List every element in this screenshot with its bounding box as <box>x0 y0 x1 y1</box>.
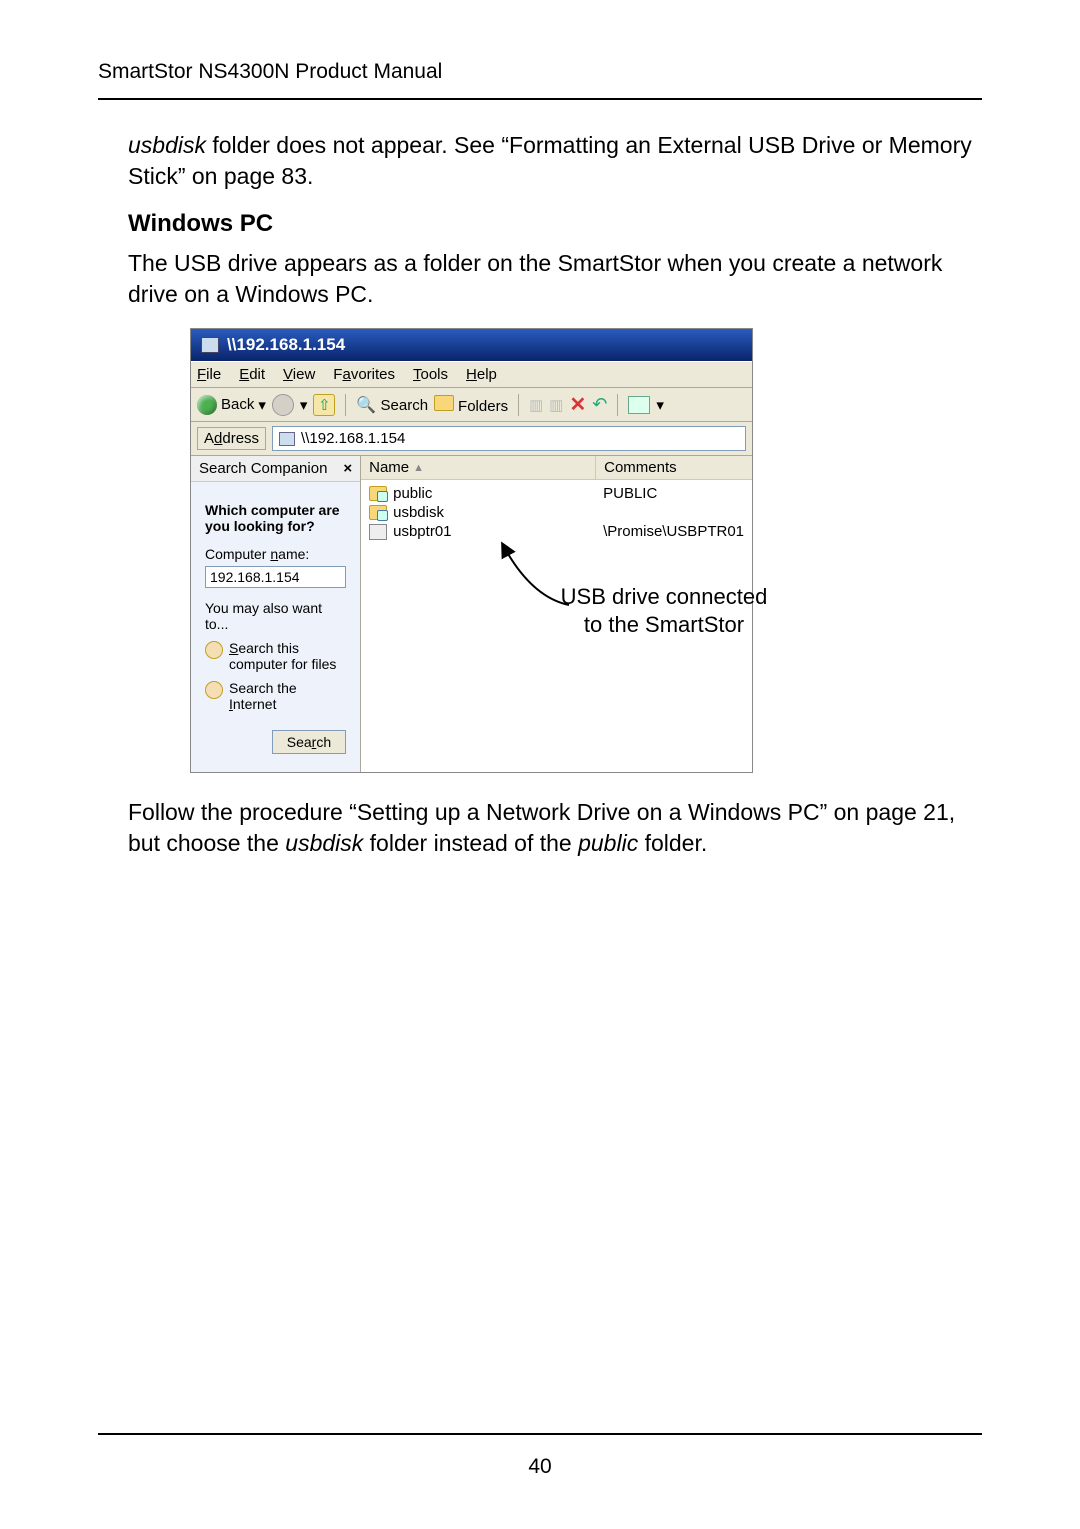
menu-tools[interactable]: Tools <box>413 366 448 383</box>
forward-dropdown-icon[interactable]: ▾ <box>300 396 308 414</box>
menu-favorites[interactable]: Favorites <box>333 366 395 383</box>
callout: USB drive connected to the SmartStor <box>559 583 769 638</box>
menu-edit[interactable]: Edit <box>239 366 265 383</box>
printer-icon <box>369 524 387 540</box>
address-value: \\192.168.1.154 <box>301 430 405 447</box>
search-internet-link[interactable]: Search the Internet <box>205 680 346 712</box>
callout-line2: to the SmartStor <box>559 611 769 639</box>
running-head: SmartStor NS4300N Product Manual <box>98 60 982 84</box>
address-field[interactable]: \\192.168.1.154 <box>272 426 746 451</box>
views-button[interactable] <box>628 396 650 414</box>
search-button-panel[interactable]: Search <box>272 730 346 754</box>
heading-windows-pc: Windows PC <box>128 210 982 238</box>
sort-asc-icon: ▲ <box>413 462 424 474</box>
move-to-icon[interactable]: ▥ <box>529 396 543 414</box>
close-icon[interactable]: × <box>343 460 352 477</box>
paragraph-1-text: folder does not appear. See “Formatting … <box>128 132 972 189</box>
search-companion-title: Search Companion <box>199 460 327 477</box>
search-button[interactable]: 🔍 Search <box>356 395 428 415</box>
menu-bar: FFileile Edit View Favorites Tools Help <box>191 361 752 388</box>
copy-to-icon[interactable]: ▥ <box>549 396 563 414</box>
paragraph-1: usbdisk folder does not appear. See “For… <box>128 130 982 192</box>
address-icon <box>279 432 295 446</box>
paragraph-2: The USB drive appears as a folder on the… <box>128 248 982 310</box>
folder-share-icon <box>369 505 387 520</box>
search-internet-icon <box>205 681 223 699</box>
menu-view[interactable]: View <box>283 366 315 383</box>
back-icon <box>197 395 217 415</box>
back-label: Back <box>221 396 254 413</box>
search-icon: 🔍 <box>356 397 376 414</box>
folders-button[interactable]: Folders <box>434 395 508 415</box>
address-bar: Address \\192.168.1.154 <box>191 422 752 456</box>
list-item[interactable]: public PUBLIC <box>361 484 752 503</box>
folders-icon <box>434 395 454 411</box>
computer-icon <box>201 337 219 353</box>
delete-icon[interactable]: ✕ <box>569 392 586 417</box>
computer-name-input[interactable] <box>205 566 346 588</box>
toolbar: Back ▾ ▾ ⇧ 🔍 Search Folders ▥ ▥ ✕ ↶ ▾ <box>191 388 752 422</box>
folder-share-icon <box>369 486 387 501</box>
search-files-icon <box>205 641 223 659</box>
search-question: Which computer are you looking for? <box>205 502 346 534</box>
footer-rule <box>98 1433 982 1435</box>
undo-icon[interactable]: ↶ <box>592 394 607 415</box>
page-number: 40 <box>0 1455 1080 1479</box>
search-companion-header: Search Companion × <box>191 456 360 482</box>
list-item[interactable]: usbdisk <box>361 503 752 522</box>
back-dropdown-icon: ▾ <box>258 396 266 414</box>
callout-arrow <box>491 527 581 617</box>
separator <box>345 394 346 416</box>
column-headers: Name ▲ Comments <box>361 456 752 480</box>
search-companion-pane: Search Companion × Which computer are yo… <box>191 456 361 772</box>
separator-3 <box>617 394 618 416</box>
address-label: Address <box>197 427 266 450</box>
window-title: \\192.168.1.154 <box>227 335 345 355</box>
header-rule <box>98 98 982 100</box>
back-button[interactable]: Back ▾ <box>197 395 266 415</box>
title-bar: \\192.168.1.154 <box>191 329 752 361</box>
menu-help[interactable]: Help <box>466 366 497 383</box>
also-label: You may also want to... <box>205 600 346 632</box>
up-button[interactable]: ⇧ <box>313 394 335 416</box>
computer-name-label: Computer name: <box>205 546 346 562</box>
views-dropdown-icon[interactable]: ▾ <box>656 396 664 414</box>
forward-button[interactable] <box>272 394 294 416</box>
separator-2 <box>518 394 519 416</box>
explorer-window: \\192.168.1.154 FFileile Edit View Favor… <box>190 328 753 773</box>
column-name[interactable]: Name ▲ <box>361 456 596 479</box>
callout-line1: USB drive connected <box>559 583 769 611</box>
paragraph-3: Follow the procedure “Setting up a Netwo… <box>128 797 982 859</box>
search-files-link[interactable]: Search this computer for files <box>205 640 346 672</box>
usbdisk-word: usbdisk <box>128 132 206 158</box>
menu-file[interactable]: FFileile <box>197 366 221 383</box>
column-comments[interactable]: Comments <box>596 456 752 479</box>
